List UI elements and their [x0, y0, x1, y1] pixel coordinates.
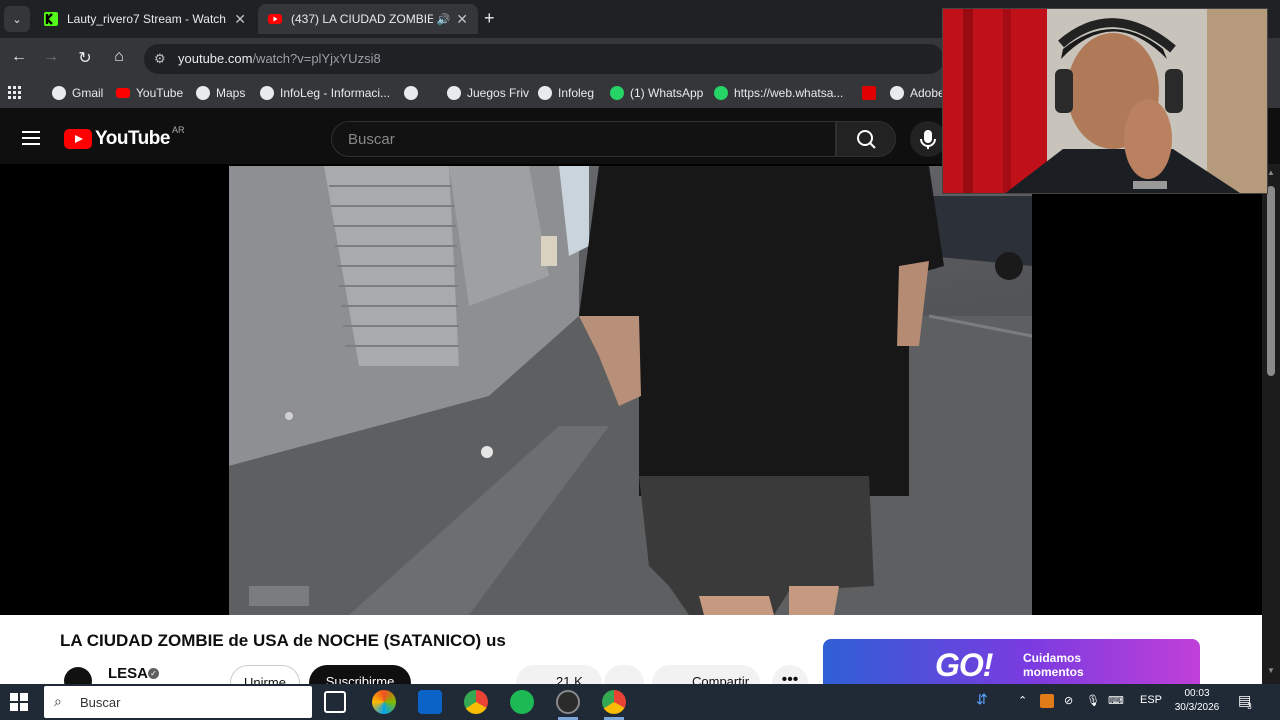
address-bar[interactable]: ⚙ youtube.com/watch?v=plYjxYUzsi8 — [144, 44, 944, 74]
bookmark-maps[interactable]: Maps — [196, 86, 245, 100]
task-view-icon[interactable] — [324, 691, 346, 713]
netflix-icon — [862, 86, 876, 100]
url-text[interactable]: youtube.com/watch?v=plYjxYUzsi8 — [178, 51, 381, 66]
youtube-icon — [116, 88, 130, 98]
scroll-down-arrow-icon[interactable]: ▼ — [1267, 666, 1275, 675]
back-arrow-icon[interactable]: ← — [8, 48, 30, 66]
close-icon[interactable]: ✕ — [234, 11, 246, 28]
search-icon — [857, 130, 876, 149]
ad-headline: GO! — [935, 647, 993, 683]
spotify-icon[interactable] — [510, 690, 534, 714]
microphone-icon[interactable]: 🎙 — [1086, 694, 1100, 707]
screen: ⌄ Lauty_rivero7 Stream - Watch Li ✕ (437… — [0, 0, 1280, 720]
outlook-icon[interactable] — [418, 690, 442, 714]
tab-youtube-video[interactable]: (437) LA CIUDAD ZOMBIE de USA 🔊 ✕ — [258, 4, 478, 34]
site-settings-icon[interactable]: ⚙ — [154, 51, 166, 67]
scroll-thumb[interactable] — [1267, 186, 1275, 376]
video-frame[interactable] — [229, 166, 1032, 615]
network-icon[interactable]: ⊘ — [1064, 694, 1073, 707]
bookmark-adobe[interactable]: Adobe — [890, 86, 945, 100]
scroll-up-arrow-icon[interactable]: ▲ — [1267, 168, 1275, 177]
globe-icon — [538, 86, 552, 100]
tab-search-button[interactable]: ⌄ — [4, 6, 30, 32]
notifications-icon[interactable]: ▤3 — [1238, 692, 1260, 712]
tab-kick-stream[interactable]: Lauty_rivero7 Stream - Watch Li ✕ — [34, 4, 256, 34]
bookmark-whatsapp[interactable]: (1) WhatsApp — [610, 86, 703, 100]
tray-app-icon[interactable] — [1040, 694, 1054, 708]
mic-button[interactable] — [910, 121, 946, 157]
globe-icon — [196, 86, 210, 100]
menu-icon[interactable] — [22, 131, 40, 145]
channel-name[interactable]: LESA — [108, 665, 148, 682]
whatsapp-icon — [714, 86, 728, 100]
chrome-icon[interactable] — [464, 690, 488, 714]
bookmark-juegos-friv[interactable]: Juegos Friv — [447, 86, 529, 100]
new-tab-plus-icon[interactable]: + — [484, 8, 495, 29]
home-icon[interactable]: ⌂ — [108, 48, 130, 66]
reload-icon[interactable]: ↻ — [74, 48, 96, 68]
search-input[interactable]: Buscar — [331, 121, 836, 157]
language-indicator[interactable]: ESP — [1140, 694, 1162, 706]
video-scene-image — [229, 166, 1032, 615]
globe-icon — [52, 86, 66, 100]
webcam-feed-image — [943, 9, 1267, 193]
forward-arrow-icon[interactable]: → — [40, 48, 62, 66]
bookmark-red[interactable] — [862, 86, 882, 100]
bookmark-youtube[interactable]: YouTube — [116, 86, 183, 100]
app-tray-icon[interactable]: ⇵ — [976, 691, 988, 708]
verified-check-icon: ✓ — [148, 668, 159, 679]
youtube-logo[interactable]: YouTube AR — [64, 125, 184, 150]
globe-icon — [404, 86, 418, 100]
bookmark-infoleg[interactable]: InfoLeg - Informaci... — [260, 86, 390, 100]
youtube-play-icon — [64, 129, 92, 149]
chevron-up-icon[interactable]: ⌃ — [1018, 694, 1027, 707]
speaker-icon[interactable]: 🔊 — [437, 13, 451, 26]
taskbar-search-input[interactable]: ⌕ Buscar — [44, 686, 312, 718]
search-button[interactable] — [836, 121, 896, 157]
close-icon[interactable]: ✕ — [456, 11, 468, 28]
windows-start-icon[interactable] — [10, 693, 28, 711]
keyboard-icon[interactable]: ⌨ — [1108, 694, 1124, 707]
globe-icon — [260, 86, 274, 100]
tab-title: Lauty_rivero7 Stream - Watch Li — [67, 12, 229, 26]
globe-icon — [447, 86, 461, 100]
bookmark-web-whatsapp[interactable]: https://web.whatsa... — [714, 86, 843, 100]
ad-text: Cuidamos momentos — [1023, 651, 1084, 679]
windows-taskbar: ⌕ Buscar ⇵ ⌃ ⊘ 🎙 ⌨ ESP 00:03 30/3/2026 ▤… — [0, 684, 1280, 720]
globe-icon — [890, 86, 904, 100]
tab-title: (437) LA CIUDAD ZOMBIE de USA — [291, 12, 433, 26]
bookmark-gmail[interactable]: Gmail — [52, 86, 103, 100]
microphone-icon — [920, 130, 936, 149]
bookmark-globe[interactable] — [404, 86, 424, 100]
kick-favicon-icon — [44, 12, 58, 26]
apps-grid-icon[interactable] — [8, 86, 22, 100]
video-info-section: LA CIUDAD ZOMBIE de USA de NOCHE (SATANI… — [0, 615, 1262, 701]
video-title: LA CIUDAD ZOMBIE de USA de NOCHE (SATANI… — [60, 631, 506, 650]
bookmark-infoleg-2[interactable]: Infoleg — [538, 86, 594, 100]
page-scrollbar[interactable]: ▲ ▼ — [1262, 164, 1280, 684]
clock[interactable]: 00:03 30/3/2026 — [1168, 687, 1226, 715]
chrome-profile-icon[interactable] — [602, 690, 626, 714]
whatsapp-icon — [610, 86, 624, 100]
obs-icon[interactable] — [556, 690, 580, 714]
youtube-favicon-icon — [268, 12, 282, 26]
webcam-overlay — [942, 8, 1268, 194]
copilot-icon[interactable] — [372, 690, 396, 714]
search-icon: ⌕ — [54, 693, 62, 709]
